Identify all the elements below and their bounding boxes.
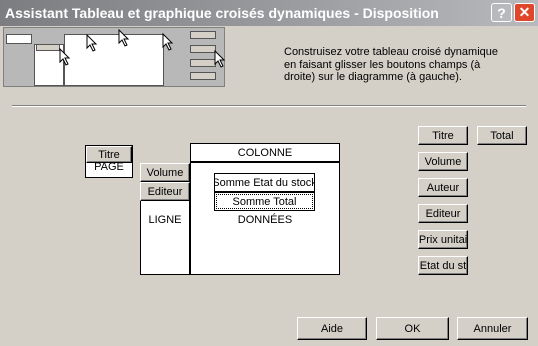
column-label: COLONNE	[237, 147, 293, 159]
cancel-button-label: Annuler	[473, 322, 512, 335]
field-button-editeur[interactable]: Editeur	[418, 204, 468, 223]
illustration-field-4	[190, 72, 216, 80]
field-button-auteur[interactable]: Auteur	[418, 178, 468, 197]
data-field-somme-etat-du-stock[interactable]: Somme Etat du stock	[214, 173, 315, 192]
field-button-etat-du-stock[interactable]: Etat du st	[418, 256, 468, 275]
separator	[12, 105, 526, 107]
close-icon[interactable]: ✕	[514, 3, 535, 22]
illustration-cursor-icon-2	[86, 34, 98, 52]
row-field-volume[interactable]: Volume	[140, 163, 190, 182]
ok-button[interactable]: OK	[376, 317, 449, 340]
illustration-field-2	[190, 45, 216, 53]
field-button-prix-unitaire[interactable]: Prix unitai	[418, 230, 468, 249]
ok-button-label: OK	[404, 322, 421, 335]
row-label: LIGNE	[148, 214, 182, 226]
title-bar[interactable]: Assistant Tableau et graphique croisés d…	[0, 0, 538, 26]
instructions-text: Construisez votre tableau croisé dynamiq…	[284, 46, 499, 83]
help-button[interactable]: Aide	[297, 317, 367, 340]
field-button-titre[interactable]: Titre	[418, 126, 468, 145]
cancel-button[interactable]: Annuler	[457, 317, 528, 340]
field-button-total[interactable]: Total	[477, 126, 527, 145]
layout-illustration	[3, 27, 226, 87]
illustration-table-box	[64, 34, 164, 86]
help-icon[interactable]: ?	[491, 3, 512, 22]
page-field-titre[interactable]: Titre	[86, 146, 132, 163]
illustration-page-box	[6, 34, 32, 44]
illustration-cursor-icon-4	[162, 33, 174, 51]
illustration-cursor-icon-3	[118, 29, 130, 47]
row-field-editeur[interactable]: Editeur	[140, 182, 190, 201]
field-button-volume[interactable]: Volume	[418, 152, 468, 171]
data-label: DONNÉES	[237, 214, 293, 226]
illustration-cursor-icon-5	[214, 50, 226, 68]
window-title: Assistant Tableau et graphique croisés d…	[5, 5, 439, 21]
column-area[interactable]: COLONNE	[190, 143, 340, 163]
illustration-field-1	[190, 31, 216, 39]
illustration-drag-button	[36, 44, 60, 51]
illustration-field-3	[190, 59, 216, 67]
help-button-label: Aide	[320, 322, 344, 335]
illustration-cursor-icon	[59, 48, 71, 66]
data-field-somme-total[interactable]: Somme Total	[214, 192, 315, 211]
